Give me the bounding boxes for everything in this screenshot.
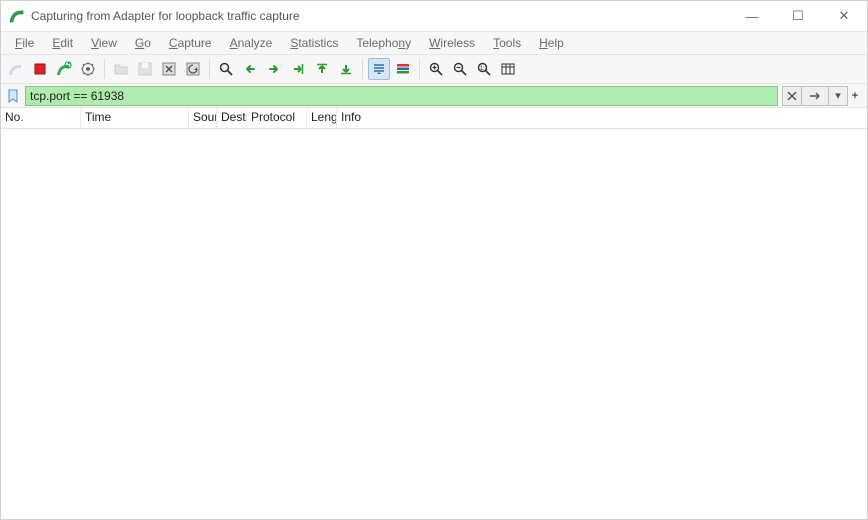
go-to-last-packet-button[interactable] (335, 58, 357, 80)
go-to-packet-button[interactable] (287, 58, 309, 80)
go-back-button[interactable] (239, 58, 261, 80)
column-header-protocol[interactable]: Protocol (247, 108, 307, 128)
stop-capture-button[interactable] (29, 58, 51, 80)
close-file-button[interactable] (158, 58, 180, 80)
apply-filter-button[interactable] (801, 86, 829, 106)
menu-help[interactable]: Help (531, 34, 572, 52)
menu-capture[interactable]: Capture (161, 34, 220, 52)
close-button[interactable]: ✕ (821, 1, 867, 31)
minimize-button[interactable]: — (729, 1, 775, 31)
column-header-no[interactable]: No. (1, 108, 81, 128)
menu-edit[interactable]: Edit (44, 34, 81, 52)
display-filter-input[interactable] (25, 86, 778, 106)
zoom-in-button[interactable] (425, 58, 447, 80)
menu-go[interactable]: Go (127, 34, 159, 52)
start-capture-button[interactable] (5, 58, 27, 80)
toolbar-separator (419, 59, 420, 79)
menu-bar: FileEditViewGoCaptureAnalyzeStatisticsTe… (1, 32, 867, 55)
toolbar-separator (362, 59, 363, 79)
window-controls: — ☐ ✕ (729, 1, 867, 31)
packet-list-body[interactable] (1, 129, 867, 519)
capture-options-button[interactable] (77, 58, 99, 80)
column-header-source[interactable]: Sour (189, 108, 217, 128)
autoscroll-button[interactable] (368, 58, 390, 80)
display-filter-bar: ▾ + (1, 84, 867, 108)
zoom-reset-button[interactable]: 1:1 (473, 58, 495, 80)
maximize-button[interactable]: ☐ (775, 1, 821, 31)
menu-file[interactable]: File (7, 34, 42, 52)
go-forward-button[interactable] (263, 58, 285, 80)
clear-filter-button[interactable] (782, 86, 802, 106)
add-filter-button[interactable]: + (847, 86, 863, 106)
column-header-info[interactable]: Info (337, 108, 867, 128)
go-to-first-packet-button[interactable] (311, 58, 333, 80)
menu-statistics[interactable]: Statistics (282, 34, 346, 52)
wireshark-fin-icon (9, 8, 25, 24)
app-window: Capturing from Adapter for loopback traf… (0, 0, 868, 520)
filter-history-dropdown[interactable]: ▾ (828, 86, 848, 106)
toolbar-separator (104, 59, 105, 79)
colorize-packets-button[interactable] (392, 58, 414, 80)
title-bar: Capturing from Adapter for loopback traf… (1, 1, 867, 32)
window-title: Capturing from Adapter for loopback traf… (31, 9, 729, 23)
menu-analyze[interactable]: Analyze (222, 34, 281, 52)
menu-tools[interactable]: Tools (485, 34, 529, 52)
filter-controls: ▾ + (782, 86, 863, 106)
packet-list-header: No. Time Sour Dest Protocol Leng Info (1, 108, 867, 129)
filter-bookmark-icon[interactable] (5, 88, 21, 104)
zoom-out-button[interactable] (449, 58, 471, 80)
restart-capture-button[interactable] (53, 58, 75, 80)
column-header-time[interactable]: Time (81, 108, 189, 128)
menu-view[interactable]: View (83, 34, 125, 52)
reload-file-button[interactable] (182, 58, 204, 80)
resize-columns-button[interactable] (497, 58, 519, 80)
toolbar-separator (209, 59, 210, 79)
find-packet-button[interactable] (215, 58, 237, 80)
menu-wireless[interactable]: Wireless (421, 34, 483, 52)
column-header-destination[interactable]: Dest (217, 108, 247, 128)
save-file-button[interactable] (134, 58, 156, 80)
column-header-length[interactable]: Leng (307, 108, 337, 128)
svg-text:1:1: 1:1 (480, 66, 489, 72)
toolbar: 1:1 (1, 55, 867, 84)
open-file-button[interactable] (110, 58, 132, 80)
menu-telephony[interactable]: Telephony (348, 34, 419, 52)
